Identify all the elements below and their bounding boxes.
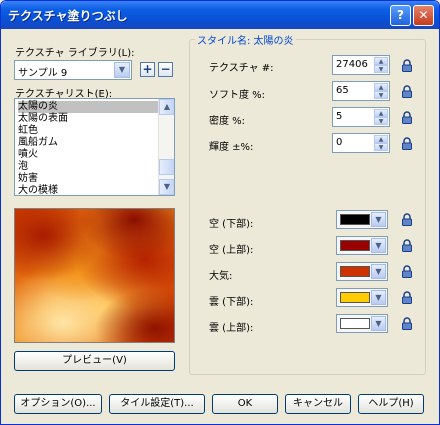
close-button[interactable]: ✕ xyxy=(413,5,434,26)
density-label: 密度 %: xyxy=(209,116,246,127)
softness-spinner[interactable]: 65 ▲ ▼ xyxy=(332,81,390,101)
list-item[interactable]: 大の模様 xyxy=(18,185,58,195)
spin-down-icon[interactable]: ▼ xyxy=(374,91,388,99)
sky-upper-label: 空 (上部): xyxy=(209,245,254,256)
lock-icon[interactable] xyxy=(401,137,413,150)
ok-button[interactable]: OK xyxy=(212,394,278,414)
spin-down-icon[interactable]: ▼ xyxy=(374,65,388,73)
cloud-upper-label: 雲 (上部): xyxy=(209,323,254,334)
lock-icon[interactable] xyxy=(401,265,413,278)
density-value: 5 xyxy=(336,111,343,122)
library-value: サンプル 9 xyxy=(18,68,68,79)
library-label: テクスチャ ライブラリ(L): xyxy=(15,48,135,59)
softness-value: 65 xyxy=(336,85,349,96)
brightness-label: 輝度 ±%: xyxy=(209,142,254,153)
chevron-down-icon[interactable]: ▼ xyxy=(371,290,386,305)
tile-settings-button[interactable]: タイル設定(T)... xyxy=(109,394,205,414)
lock-icon[interactable] xyxy=(401,239,413,252)
chevron-down-icon[interactable]: ▼ xyxy=(371,264,386,279)
remove-library-button[interactable]: − xyxy=(158,62,173,77)
library-select[interactable]: サンプル 9 ▼ xyxy=(14,60,132,80)
list-scrollbar[interactable]: ▲ ▼ xyxy=(158,99,174,195)
lock-icon[interactable] xyxy=(401,111,413,124)
scroll-up-icon[interactable]: ▲ xyxy=(159,99,174,115)
spin-up-icon[interactable]: ▲ xyxy=(374,57,388,65)
color-swatch xyxy=(340,240,370,251)
spin-up-icon[interactable]: ▲ xyxy=(374,83,388,91)
chevron-down-icon[interactable]: ▼ xyxy=(114,62,130,78)
texture-number-spinner[interactable]: 27406 ▲ ▼ xyxy=(332,55,390,75)
texture-preview xyxy=(14,208,175,343)
spin-down-icon[interactable]: ▼ xyxy=(374,143,388,151)
cloud-lower-color-picker[interactable]: ▼ xyxy=(336,288,388,307)
texture-number-label: テクスチャ #: xyxy=(209,63,274,74)
sky-lower-color-picker[interactable]: ▼ xyxy=(336,210,388,229)
atmosphere-color-picker[interactable]: ▼ xyxy=(336,262,388,281)
color-swatch xyxy=(340,318,370,329)
spin-up-icon[interactable]: ▲ xyxy=(374,109,388,117)
color-swatch xyxy=(340,292,370,303)
list-item[interactable]: 太陽の表面 xyxy=(18,113,68,125)
color-swatch xyxy=(340,214,370,225)
lock-icon[interactable] xyxy=(401,291,413,304)
list-item[interactable]: 太陽の炎 xyxy=(18,101,160,113)
lock-icon[interactable] xyxy=(401,213,413,226)
texture-number-value: 27406 xyxy=(336,59,368,70)
list-item[interactable]: 妨害 xyxy=(18,173,38,185)
list-item[interactable]: 泡 xyxy=(18,161,28,173)
softness-label: ソフト度 %: xyxy=(209,90,266,101)
help-title-button[interactable]: ? xyxy=(390,5,411,26)
brightness-spinner[interactable]: 0 ▲ ▼ xyxy=(332,133,390,153)
atmosphere-label: 大気: xyxy=(209,271,233,282)
cloud-lower-label: 雲 (下部): xyxy=(209,297,254,308)
texture-listbox[interactable]: 太陽の炎 太陽の表面 虹色 風船ガム 噴火 泡 妨害 大の模様 ▲ ▼ xyxy=(14,98,175,196)
chevron-down-icon[interactable]: ▼ xyxy=(371,316,386,331)
scroll-thumb[interactable] xyxy=(159,159,174,175)
window-title: テクスチャ塗りつぶし xyxy=(8,9,128,23)
add-library-button[interactable]: + xyxy=(140,62,155,77)
list-item[interactable]: 虹色 xyxy=(18,125,38,137)
chevron-down-icon[interactable]: ▼ xyxy=(371,238,386,253)
density-spinner[interactable]: 5 ▲ ▼ xyxy=(332,107,390,127)
list-item[interactable]: 風船ガム xyxy=(18,137,58,149)
sky-lower-label: 空 (下部): xyxy=(209,219,254,230)
style-name-title: スタイル名: 太陽の炎 xyxy=(195,32,296,47)
lock-icon[interactable] xyxy=(401,317,413,330)
title-bar: テクスチャ塗りつぶし ? ✕ xyxy=(1,1,439,29)
options-button[interactable]: オプション(O)... xyxy=(14,394,102,414)
lock-icon[interactable] xyxy=(401,85,413,98)
preview-button[interactable]: プレビュー(V) xyxy=(14,351,175,371)
list-item[interactable]: 噴火 xyxy=(18,149,38,161)
brightness-value: 0 xyxy=(336,137,343,148)
chevron-down-icon[interactable]: ▼ xyxy=(371,212,386,227)
help-button[interactable]: ヘルプ(H) xyxy=(358,394,424,414)
scroll-down-icon[interactable]: ▼ xyxy=(159,179,174,195)
spin-up-icon[interactable]: ▲ xyxy=(374,135,388,143)
cancel-button[interactable]: キャンセル xyxy=(285,394,351,414)
color-swatch xyxy=(340,266,370,277)
cloud-upper-color-picker[interactable]: ▼ xyxy=(336,314,388,333)
texture-fill-dialog: テクスチャ塗りつぶし ? ✕ テクスチャ ライブラリ(L): サンプル 9 ▼ … xyxy=(0,0,440,425)
spin-down-icon[interactable]: ▼ xyxy=(374,117,388,125)
sky-upper-color-picker[interactable]: ▼ xyxy=(336,236,388,255)
lock-icon[interactable] xyxy=(401,59,413,72)
